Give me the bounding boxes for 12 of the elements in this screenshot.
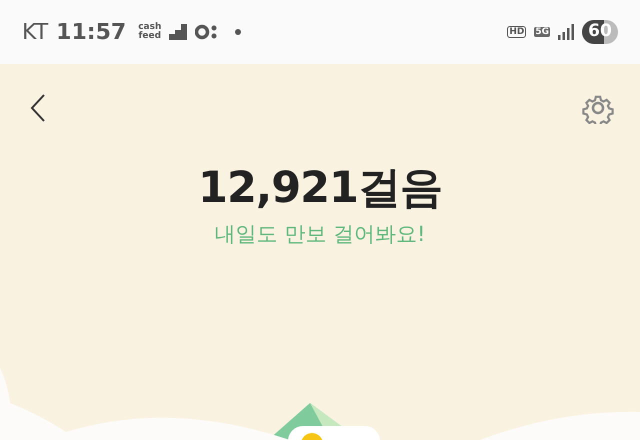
status-time: 11:57	[56, 18, 126, 46]
dot-icon	[235, 29, 242, 35]
back-icon[interactable]	[30, 94, 46, 122]
stairs-icon	[169, 24, 188, 40]
hd-badge: HD	[507, 26, 526, 38]
circle-dots-icon	[195, 24, 220, 40]
carrier-name: KT	[22, 18, 48, 46]
app-logo: cash feed	[138, 23, 162, 41]
encouragement-message: 내일도 만보 걸어봐요!	[214, 220, 426, 248]
signal-icon	[558, 24, 574, 40]
network-type: 5G	[534, 26, 550, 38]
step-count: 12,921걸음	[198, 162, 442, 215]
